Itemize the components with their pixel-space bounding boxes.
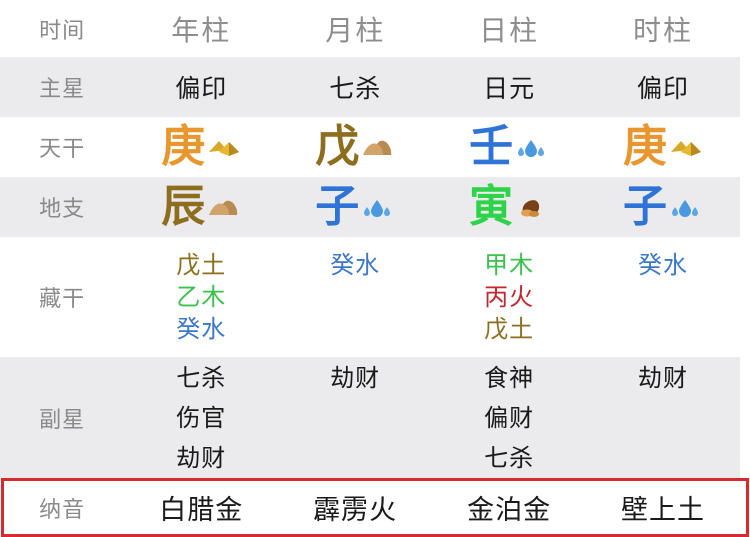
nayin-row: 纳音 白腊金 霹雳火 金泊金 壁上土 bbox=[0, 481, 740, 534]
stem-char: 庚 bbox=[161, 121, 206, 172]
branch-char: 寅 bbox=[469, 181, 514, 232]
main-star-hour: 偏印 bbox=[637, 74, 690, 103]
heavenly-stem-row: 天干 庚 戊 壬 庚 bbox=[0, 117, 740, 177]
earthly-branch-year: 辰 bbox=[161, 185, 241, 229]
sub-stars-hour: 劫财 bbox=[586, 357, 740, 478]
stem-char: 戊 bbox=[315, 121, 360, 172]
hidden-stem: 戊土 bbox=[484, 315, 535, 343]
heavenly-stem-year: 庚 bbox=[161, 125, 241, 169]
hidden-stems-year: 戊土 乙木 癸水 bbox=[124, 237, 278, 345]
hidden-stems-hour: 癸水 bbox=[586, 237, 740, 345]
branch-char: 子 bbox=[623, 181, 668, 232]
hidden-stem: 癸水 bbox=[330, 251, 381, 279]
sub-star: 劫财 bbox=[176, 444, 227, 472]
hidden-stem: 癸水 bbox=[176, 315, 227, 343]
water-drops-icon bbox=[672, 200, 699, 217]
row-label-heavenly-stem: 天干 bbox=[39, 137, 86, 162]
main-star-month: 七杀 bbox=[329, 74, 382, 103]
earthly-branch-month: 子 bbox=[315, 185, 395, 229]
column-header-year: 年柱 bbox=[171, 13, 232, 47]
earthly-branch-row: 地支 辰 子 寅 子 bbox=[0, 177, 740, 237]
hidden-stems-day: 甲木 丙火 戊土 bbox=[432, 237, 586, 345]
column-header-hour: 时柱 bbox=[633, 13, 694, 47]
header-row: 时间 年柱 月柱 日柱 时柱 bbox=[0, 0, 740, 57]
nayin-month: 霹雳火 bbox=[313, 495, 398, 526]
sub-star: 七杀 bbox=[176, 364, 227, 392]
hidden-stems-month: 癸水 bbox=[278, 237, 432, 345]
earthly-branch-hour: 子 bbox=[623, 185, 703, 229]
mountain-icon bbox=[209, 200, 238, 215]
main-star-day: 日元 bbox=[483, 74, 536, 103]
row-label-nayin: 纳音 bbox=[39, 497, 86, 523]
nayin-day: 金泊金 bbox=[467, 495, 552, 526]
row-label-sub-stars: 副星 bbox=[39, 407, 86, 433]
hidden-stems-row: 藏干 戊土 乙木 癸水 癸水 甲木 丙火 戊土 癸水 bbox=[0, 237, 740, 357]
water-drops-icon bbox=[364, 200, 391, 217]
hidden-stem: 甲木 bbox=[484, 251, 535, 279]
hidden-stem: 丙火 bbox=[484, 283, 535, 311]
stem-char: 壬 bbox=[469, 121, 514, 172]
main-star-row: 主星 偏印 七杀 日元 偏印 bbox=[0, 57, 740, 117]
sub-star: 伤官 bbox=[176, 404, 227, 432]
sub-star: 食神 bbox=[484, 364, 535, 392]
nayin-hour: 壁上土 bbox=[621, 495, 706, 526]
column-header-day: 日柱 bbox=[479, 13, 540, 47]
sub-stars-year: 七杀 伤官 劫财 bbox=[124, 357, 278, 478]
sub-stars-month: 劫财 bbox=[278, 357, 432, 478]
row-label-hidden-stems: 藏干 bbox=[39, 287, 86, 312]
water-drops-icon bbox=[518, 140, 545, 157]
row-label-time: 时间 bbox=[39, 18, 86, 44]
sub-star: 劫财 bbox=[330, 364, 381, 392]
gold-pyramid-icon bbox=[209, 141, 240, 156]
stem-char: 庚 bbox=[623, 121, 668, 172]
wood-log-icon bbox=[521, 200, 540, 217]
nayin-year: 白腊金 bbox=[159, 495, 244, 526]
row-label-main-star: 主星 bbox=[39, 77, 86, 102]
heavenly-stem-day: 壬 bbox=[469, 125, 549, 169]
branch-char: 辰 bbox=[161, 181, 206, 232]
hidden-stem: 癸水 bbox=[638, 251, 689, 279]
sub-star: 劫财 bbox=[638, 364, 689, 392]
row-label-earthly-branch: 地支 bbox=[39, 197, 86, 222]
gold-pyramid-icon bbox=[671, 141, 702, 156]
heavenly-stem-month: 戊 bbox=[315, 125, 395, 169]
hidden-stem: 戊土 bbox=[176, 251, 227, 279]
branch-char: 子 bbox=[315, 181, 360, 232]
mountain-icon bbox=[363, 140, 392, 155]
column-header-month: 月柱 bbox=[325, 13, 386, 47]
earthly-branch-day: 寅 bbox=[469, 185, 549, 229]
sub-star: 七杀 bbox=[484, 444, 535, 472]
heavenly-stem-hour: 庚 bbox=[623, 125, 703, 169]
sub-star: 偏财 bbox=[484, 404, 535, 432]
sub-stars-row: 副星 七杀 伤官 劫财 劫财 食神 偏财 七杀 劫财 bbox=[0, 357, 740, 478]
main-star-year: 偏印 bbox=[175, 74, 228, 103]
sub-stars-day: 食神 偏财 七杀 bbox=[432, 357, 586, 478]
hidden-stem: 乙木 bbox=[176, 283, 227, 311]
